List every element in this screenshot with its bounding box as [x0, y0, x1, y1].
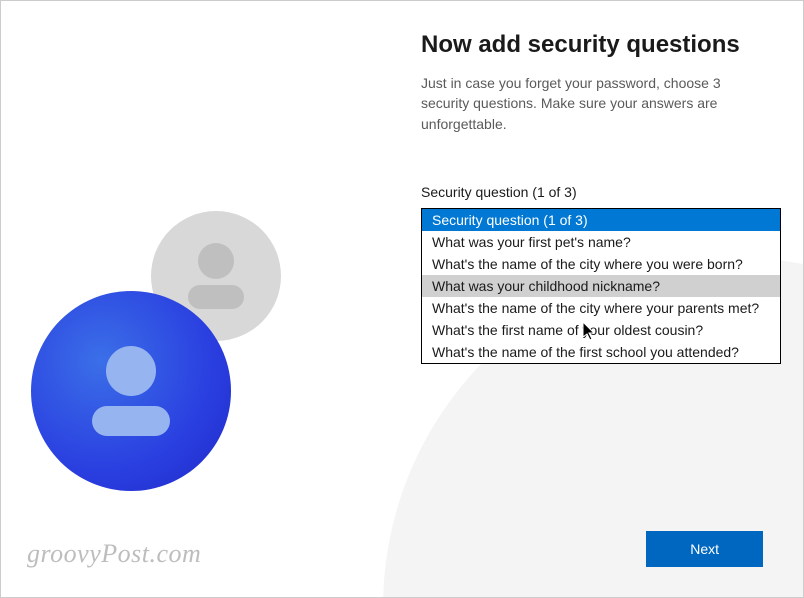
dropdown-option[interactable]: What's the name of the first school you …: [422, 341, 780, 363]
watermark: groovyPost.com: [27, 539, 201, 569]
security-question-dropdown[interactable]: Security question (1 of 3)What was your …: [421, 208, 781, 364]
page-title: Now add security questions: [421, 31, 763, 59]
dropdown-option[interactable]: Security question (1 of 3): [422, 209, 780, 231]
dropdown-option[interactable]: What was your first pet's name?: [422, 231, 780, 253]
question-label: Security question (1 of 3): [421, 184, 763, 200]
dropdown-option[interactable]: What's the first name of your oldest cou…: [422, 319, 780, 341]
dropdown-option[interactable]: What's the name of the city where you we…: [422, 253, 780, 275]
page-subtitle: Just in case you forget your password, c…: [421, 73, 761, 134]
dropdown-option[interactable]: What's the name of the city where your p…: [422, 297, 780, 319]
dropdown-option[interactable]: What was your childhood nickname?: [422, 275, 780, 297]
next-button[interactable]: Next: [646, 531, 763, 567]
